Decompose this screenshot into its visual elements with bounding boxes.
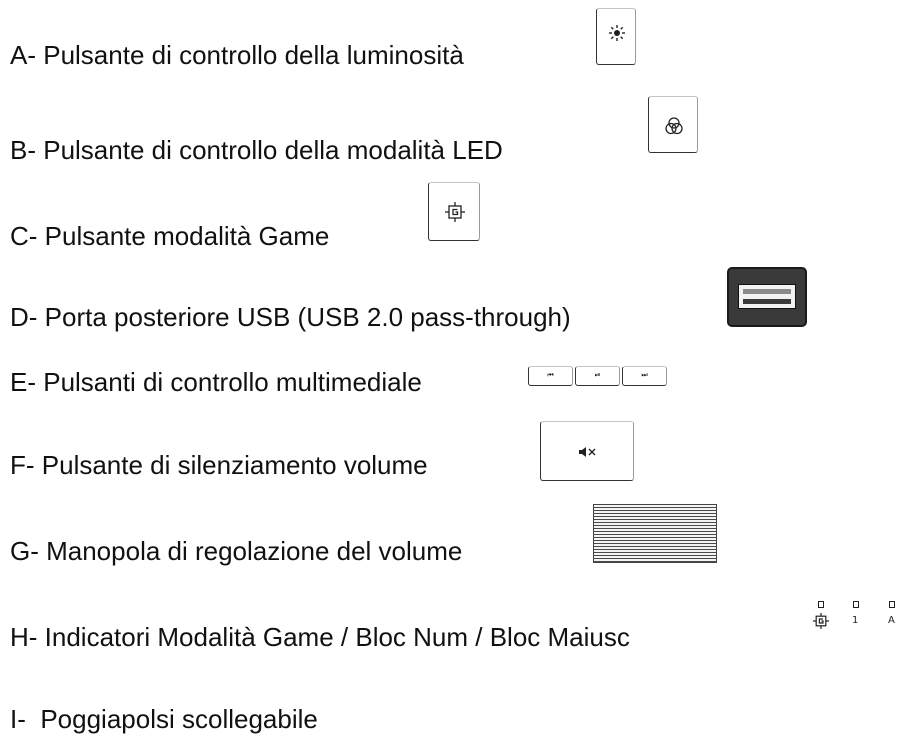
item-a-label: A- Pulsante di controllo della luminosit…	[10, 40, 464, 70]
num-lock-indicator-label: 1	[852, 615, 859, 626]
item-f-label: F- Pulsante di silenziamento volume	[10, 450, 428, 480]
mute-button	[540, 421, 634, 481]
previous-track-icon: ⏮	[528, 366, 573, 386]
item-e-label: E- Pulsanti di controllo multimediale	[10, 367, 422, 397]
game-mode-led	[818, 601, 824, 608]
game-mode-button	[428, 182, 480, 241]
mute-icon	[579, 447, 596, 457]
game-mode-icon	[445, 202, 465, 222]
led-mode-icon	[665, 117, 683, 135]
play-pause-icon: ⏯	[575, 366, 620, 386]
item-b-label: B- Pulsante di controllo della modalità …	[10, 135, 503, 165]
item-g-label: G- Manopola di regolazione del volume	[10, 536, 463, 566]
indicators-icon: 1 A	[810, 599, 906, 639]
media-buttons-icon: ⏮ ⏯ ⏭	[528, 366, 668, 386]
item-c-label: C- Pulsante modalità Game	[10, 221, 330, 251]
usb-port-icon	[727, 267, 807, 327]
volume-knob-icon	[593, 504, 717, 563]
item-h-label: H- Indicatori Modalità Game / Bloc Num /…	[10, 622, 630, 652]
num-lock-led	[853, 601, 859, 608]
led-mode-button	[648, 96, 698, 153]
brightness-icon	[609, 25, 625, 41]
game-mode-indicator-icon	[813, 613, 829, 629]
brightness-button	[596, 8, 636, 65]
caps-lock-indicator-label: A	[888, 615, 895, 626]
item-d-label: D- Porta posteriore USB (USB 2.0 pass-th…	[10, 302, 571, 332]
next-track-icon: ⏭	[622, 366, 667, 386]
caps-lock-led	[889, 601, 895, 608]
item-i-label: I- Poggiapolsi scollegabile	[10, 704, 318, 734]
